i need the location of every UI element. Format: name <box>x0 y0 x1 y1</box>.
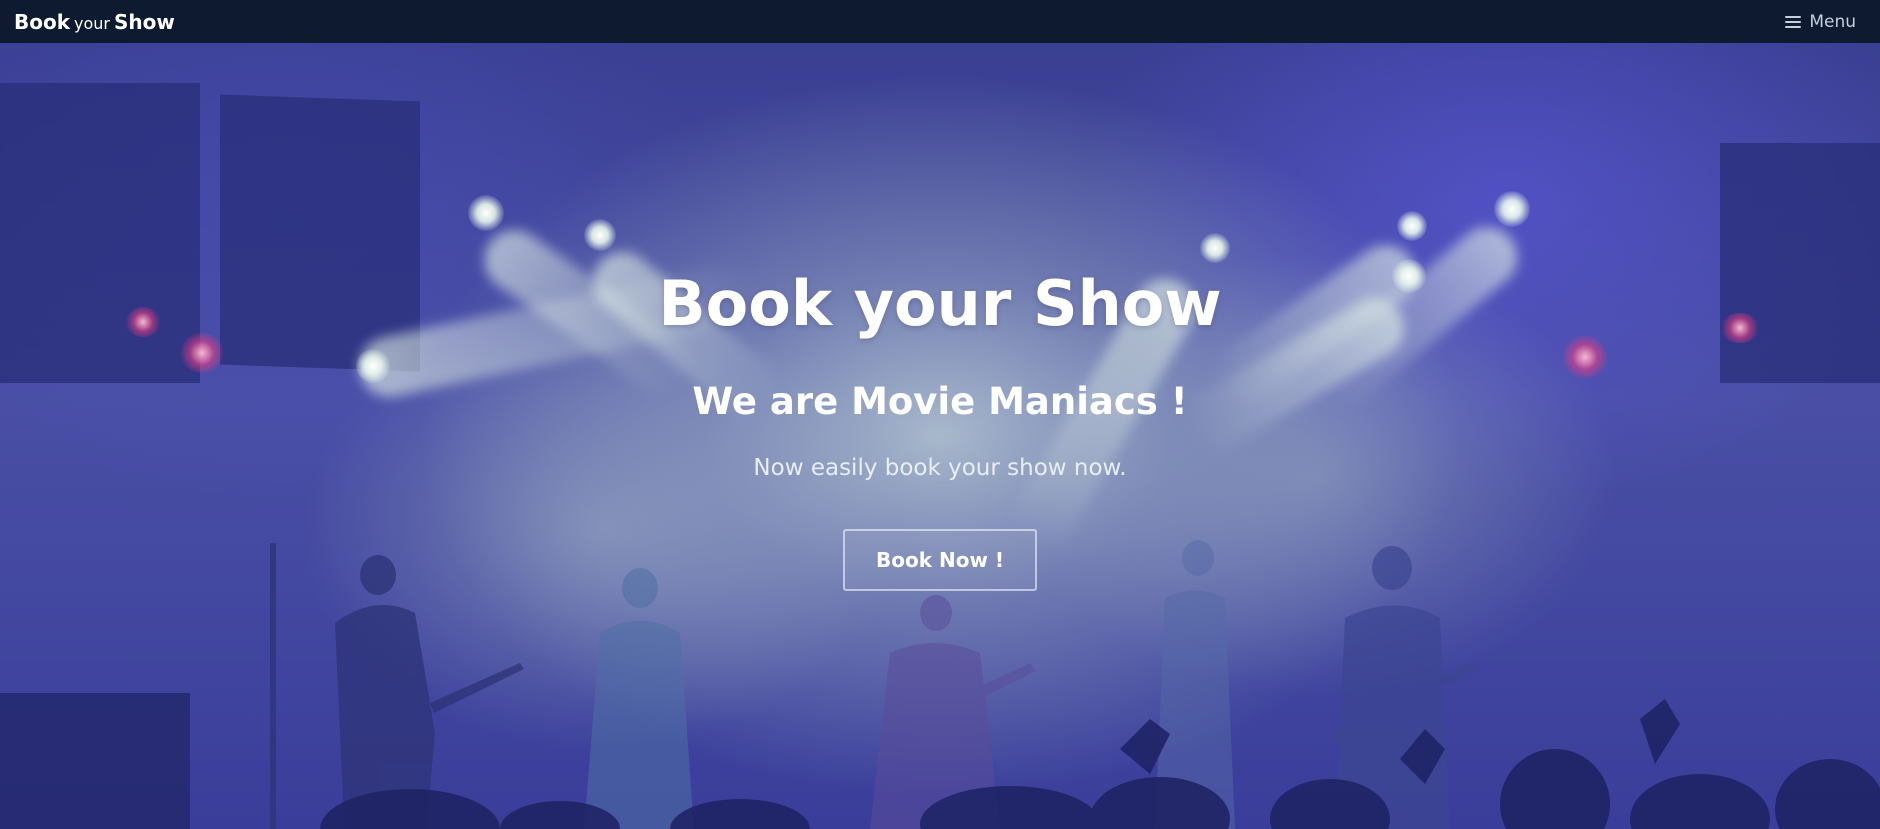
page: Book your Show Menu Book your Show We ar… <box>0 0 1880 829</box>
hamburger-icon <box>1785 15 1802 28</box>
hero-section: Book your Show We are Movie Maniacs ! No… <box>0 43 1880 829</box>
brand-part-book: Book <box>14 9 71 34</box>
hero-subtitle: We are Movie Maniacs ! <box>692 380 1188 423</box>
hero-title: Book your Show <box>658 267 1222 340</box>
brand-logo-link[interactable]: Book your Show <box>14 10 175 34</box>
book-now-button[interactable]: Book Now ! <box>843 529 1037 591</box>
brand-part-show: Show <box>114 9 175 34</box>
menu-label: Menu <box>1809 11 1856 32</box>
hero-tagline: Now easily book your show now. <box>753 455 1127 481</box>
navbar: Book your Show Menu <box>0 0 1880 43</box>
menu-button[interactable]: Menu <box>1785 12 1866 32</box>
brand-part-your: your <box>74 13 111 33</box>
